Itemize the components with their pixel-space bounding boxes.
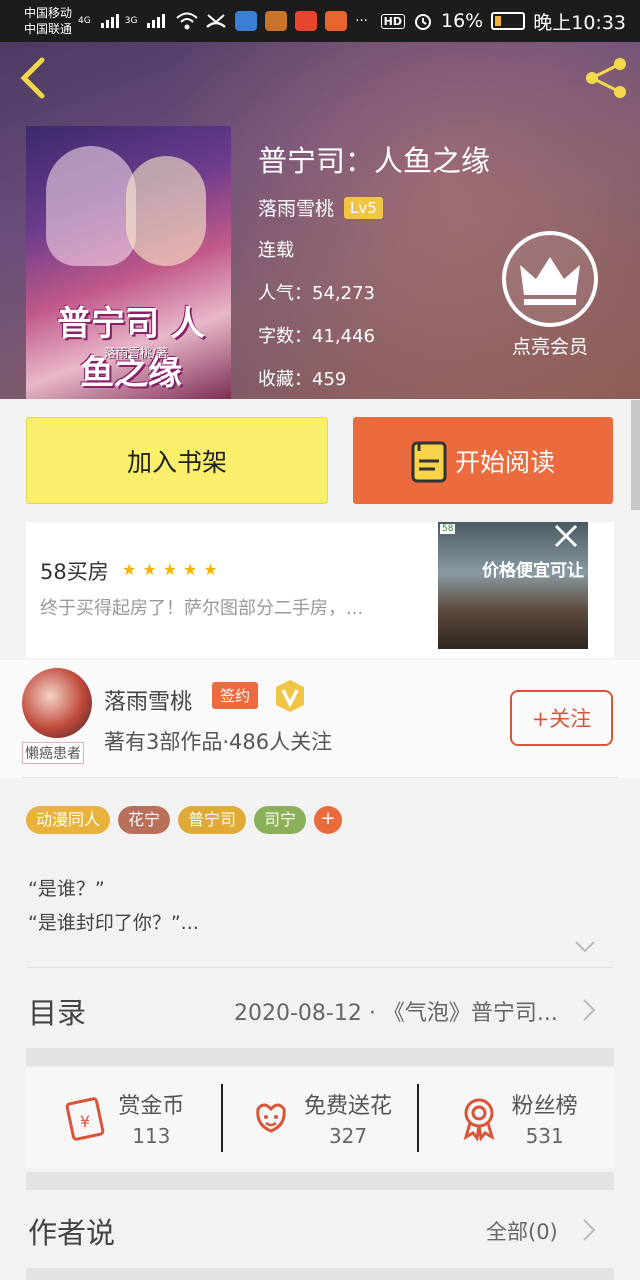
- start-reading-button[interactable]: 开始阅读: [353, 417, 613, 504]
- book-header: 普宁司 人鱼之缘 落雨雪桃/著 普宁司：人鱼之缘 落雨雪桃 Lv5 连载 人气：…: [0, 42, 640, 399]
- rating-stars: ★★★★★: [122, 560, 224, 579]
- svg-text:¥: ¥: [80, 1112, 90, 1131]
- stat-label: 免费送花: [304, 1094, 393, 1119]
- fan-ranking-button[interactable]: 粉丝榜 531: [417, 1084, 614, 1152]
- tag-list: 动漫同人 花宁 普宁司 司宁 +: [26, 806, 343, 834]
- medal-icon: [463, 1098, 495, 1141]
- vip-label[interactable]: 点亮会员: [490, 332, 610, 359]
- signal-icon: [100, 14, 119, 28]
- verified-icon: [276, 680, 304, 712]
- add-tag-button[interactable]: +: [314, 806, 343, 834]
- ad-badge: 58: [440, 524, 456, 534]
- chevron-down-icon[interactable]: [574, 936, 596, 958]
- grid-app-icon: [325, 11, 348, 31]
- share-icon: [586, 58, 626, 98]
- book-status: 连载: [258, 240, 294, 261]
- share-button[interactable]: [582, 56, 630, 100]
- ad-banner[interactable]: 58买房 ★★★★★ 终于买得起房了！萨尔图部分二手房，... 58 价格便宜可…: [26, 522, 614, 658]
- missed-call-icon: [206, 14, 227, 28]
- tag-item[interactable]: 花宁: [118, 806, 171, 834]
- signal-icon-2: [147, 14, 166, 28]
- section-separator: [26, 1172, 614, 1190]
- author-works: 著有3部作品·486人关注: [104, 730, 333, 754]
- carrier-2: 中国联通: [24, 22, 73, 36]
- author-row: 落雨雪桃 Lv5: [258, 194, 383, 221]
- section-separator: [26, 1268, 614, 1280]
- author-card: 懒癌患者 落雨雪桃 签约 著有3部作品·486人关注 +关注: [0, 660, 640, 778]
- author-card-name[interactable]: 落雨雪桃: [104, 684, 192, 716]
- tag-item[interactable]: 司宁: [254, 806, 307, 834]
- game-notification-icon: [265, 11, 288, 31]
- status-bar: 中国移动 中国联通 4G 3G ··· HD 16% 晚上10:33: [0, 0, 640, 42]
- book-title: 普宁司：人鱼之缘: [258, 144, 491, 178]
- stat-label: 粉丝榜: [511, 1094, 578, 1119]
- author-name[interactable]: 落雨雪桃: [258, 194, 334, 221]
- section-separator: [26, 1048, 614, 1066]
- tag-item[interactable]: 普宁司: [178, 806, 247, 834]
- tag-item[interactable]: 动漫同人: [26, 806, 111, 834]
- chevron-right-icon[interactable]: [582, 998, 596, 1022]
- add-to-shelf-button[interactable]: 加入书架: [26, 417, 328, 504]
- carrier-names: 中国移动 中国联通: [24, 5, 72, 37]
- stat-value: 113: [132, 1124, 171, 1148]
- app-notification-icon: [235, 11, 258, 31]
- back-button[interactable]: [18, 56, 54, 100]
- carrier-1: 中国移动: [24, 6, 73, 20]
- send-flower-button[interactable]: 免费送花 327: [220, 1084, 418, 1152]
- intro-line: “是谁？”: [28, 878, 105, 900]
- scrollbar[interactable]: [631, 400, 640, 510]
- stat-value: 327: [328, 1124, 368, 1148]
- catalog-title[interactable]: 目录: [28, 990, 86, 1032]
- start-reading-label: 开始阅读: [454, 447, 555, 477]
- latest-chapter[interactable]: 2020-08-12 · 《气泡》普宁司...: [234, 995, 569, 1027]
- divider: [22, 777, 618, 778]
- battery-icon: [491, 12, 526, 30]
- add-to-shelf-label: 加入书架: [126, 447, 227, 477]
- ad-title: 58买房: [40, 560, 109, 584]
- clock: 晚上10:33: [533, 11, 626, 34]
- ad-image-text: 价格便宜可让: [482, 561, 584, 581]
- stat-value: 531: [525, 1124, 564, 1148]
- avatar[interactable]: [22, 668, 92, 738]
- ad-close-button[interactable]: [552, 522, 580, 550]
- book-cover[interactable]: 普宁司 人鱼之缘 落雨雪桃/著: [26, 126, 231, 399]
- a-app-icon: [295, 11, 318, 31]
- network-4g: 4G: [78, 16, 91, 26]
- favorites-count: 收藏：459: [258, 369, 347, 390]
- follow-label: +关注: [531, 707, 592, 731]
- battery-percent: 16%: [441, 10, 484, 32]
- word-count: 字数：41,446: [258, 326, 375, 347]
- wifi-icon: [176, 12, 199, 30]
- reward-coins-button[interactable]: ¥ 赏金币 113: [26, 1084, 221, 1152]
- divider: [26, 967, 614, 968]
- network-3g: 3G: [124, 16, 138, 26]
- avatar-tag: 懒癌患者: [22, 742, 84, 764]
- hd-icon: HD: [380, 13, 405, 29]
- close-icon: [554, 524, 578, 548]
- follow-button[interactable]: +关注: [510, 690, 613, 746]
- alarm-icon: [415, 14, 431, 30]
- stat-label: 赏金币: [118, 1094, 185, 1119]
- red-envelope-icon: ¥: [65, 1097, 105, 1141]
- author-says-all[interactable]: 全部(0): [486, 1216, 558, 1246]
- popularity: 人气：54,273: [258, 283, 375, 304]
- level-badge: Lv5: [344, 196, 383, 219]
- cover-author: 落雨雪桃/著: [103, 346, 169, 360]
- book-icon: [411, 441, 447, 482]
- chevron-left-icon: [20, 57, 45, 99]
- more-notifications: ···: [355, 13, 368, 29]
- signed-badge: 签约: [212, 682, 259, 709]
- flower-icon: [256, 1103, 286, 1133]
- ad-description: 终于买得起房了！萨尔图部分二手房，...: [40, 598, 364, 619]
- chevron-right-icon[interactable]: [582, 1218, 596, 1242]
- crown-icon[interactable]: [500, 229, 600, 329]
- intro-line: “是谁封印了你？”...: [28, 912, 199, 934]
- author-says-title: 作者说: [28, 1216, 116, 1250]
- book-intro[interactable]: “是谁？” “是谁封印了你？”...: [28, 872, 199, 940]
- stats-bar: ¥ 赏金币 113 免费送花 327 粉丝榜 531: [26, 1068, 614, 1168]
